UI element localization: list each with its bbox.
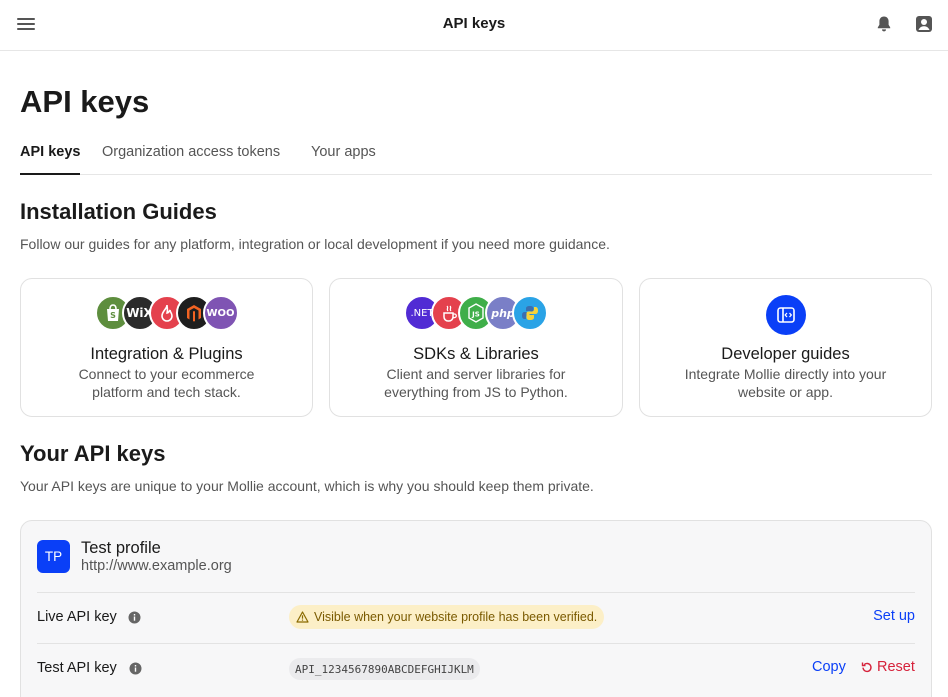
svg-text:S: S: [110, 311, 116, 320]
test-api-key-label: Test API key: [37, 660, 117, 676]
flame-svg: [160, 304, 173, 322]
reset-label: Reset: [877, 659, 915, 675]
test-api-key-value[interactable]: API_1234567890ABCDEFGHIJKLM: [289, 658, 480, 680]
set-up-button[interactable]: Set up: [873, 608, 915, 624]
sdks-libraries-card[interactable]: .NET JS php SDKs & Libraries Client and …: [329, 278, 623, 417]
developer-guides-logo: [640, 295, 931, 335]
svg-text:JS: JS: [471, 311, 480, 319]
bell-icon[interactable]: [874, 14, 894, 34]
copy-button[interactable]: Copy: [812, 659, 846, 675]
code-window-svg: [776, 307, 795, 323]
menu-line: [17, 18, 35, 20]
info-icon-svg: [129, 662, 142, 675]
test-api-key-row: Test API key API_1234567890ABCDEFGHIJKLM…: [37, 643, 915, 694]
menu-line: [17, 23, 35, 25]
developer-guides-title: Developer guides: [721, 345, 850, 363]
tab-api-keys[interactable]: API keys: [20, 144, 81, 175]
live-api-key-row: Live API key Visible when your website p…: [37, 592, 915, 643]
info-icon[interactable]: [128, 611, 141, 624]
info-icon-svg: [128, 611, 141, 624]
installation-guides-description: Follow our guides for any platform, inte…: [20, 236, 610, 252]
api-keys-panel: TP Test profile http://www.example.org L…: [20, 520, 932, 697]
topbar-title: API keys: [442, 15, 506, 32]
integration-plugins-card[interactable]: S WiX WOO Integration & Plugins Connect …: [20, 278, 313, 417]
your-api-keys-title: Your API keys: [20, 441, 166, 466]
integration-logos: S WiX WOO: [21, 295, 312, 333]
developer-guides-description: Integrate Mollie directly into your webs…: [684, 366, 887, 400]
top-bar: API keys: [0, 0, 948, 51]
warning-icon: [296, 611, 309, 623]
reset-icon: [861, 662, 872, 673]
java-cup-svg: [443, 305, 457, 322]
live-key-status-text: Visible when your website profile has be…: [314, 610, 598, 624]
account-icon[interactable]: [914, 14, 934, 34]
magento-svg: [186, 305, 201, 322]
info-icon[interactable]: [129, 662, 142, 675]
python-icon: [512, 295, 548, 331]
sdk-logos: .NET JS php: [330, 295, 622, 333]
account-icon-svg: [916, 16, 932, 32]
sdks-libraries-description: Client and server libraries for everythi…: [384, 366, 568, 400]
sdks-libraries-title: SDKs & Libraries: [413, 345, 539, 363]
live-key-status-badge: Visible when your website profile has be…: [289, 605, 605, 629]
shopify-bag-svg: S: [106, 304, 119, 321]
profile-avatar: TP: [37, 540, 70, 573]
woocommerce-icon: WOO: [202, 295, 239, 331]
live-api-key-label: Live API key: [37, 609, 117, 625]
installation-guides-title: Installation Guides: [20, 199, 217, 224]
developer-code-icon: [765, 295, 806, 335]
your-api-keys-description: Your API keys are unique to your Mollie …: [20, 478, 594, 494]
tab-organization-access-tokens[interactable]: Organization access tokens: [102, 144, 280, 160]
menu-line: [17, 28, 35, 30]
developer-guides-card[interactable]: Developer guides Integrate Mollie direct…: [639, 278, 932, 417]
python-svg: [522, 306, 538, 320]
menu-icon[interactable]: [17, 13, 39, 35]
integration-plugins-description: Connect to your ecommerce platform and t…: [78, 366, 255, 400]
page-title: API keys: [20, 84, 150, 119]
bell-icon-svg: [877, 16, 891, 32]
integration-plugins-title: Integration & Plugins: [90, 345, 243, 363]
tab-bar: API keys Organization access tokens Your…: [20, 136, 932, 175]
nodejs-hex-svg: JS: [468, 303, 484, 323]
tab-your-apps[interactable]: Your apps: [311, 144, 376, 160]
profile-name: Test profile: [81, 539, 161, 557]
reset-button[interactable]: Reset: [861, 659, 915, 675]
profile-url: http://www.example.org: [81, 558, 232, 574]
